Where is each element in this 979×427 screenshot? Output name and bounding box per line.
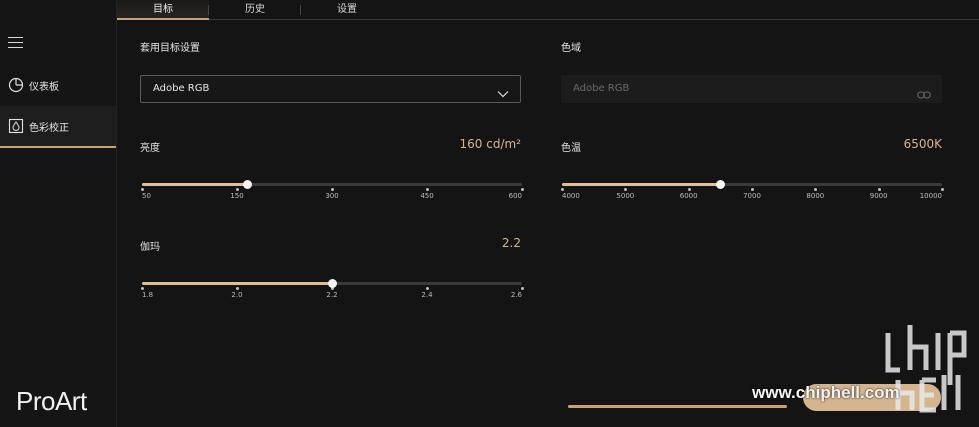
color-drop-icon <box>8 118 24 134</box>
sidebar-item-color-calibration[interactable]: 色彩校正 <box>0 106 116 148</box>
slider-tick-label: 1.8 <box>142 291 154 299</box>
slider-tick-label: 4000 <box>562 192 580 200</box>
slider-tick <box>331 188 334 191</box>
slider-fill <box>142 183 247 186</box>
slider-tick-label: 5000 <box>616 192 635 200</box>
sidebar-item-label: 仪表板 <box>29 81 59 93</box>
progress-indicator <box>568 405 787 408</box>
sidebar: 仪表板 色彩校正 ProArt <box>0 0 117 427</box>
slider-tick-label: 150 <box>230 192 244 200</box>
tab-settings[interactable]: 设置 <box>301 0 393 20</box>
brightness-label: 亮度 <box>140 143 160 154</box>
slider-tick <box>877 188 881 191</box>
slider-tick-label: 9000 <box>869 192 888 200</box>
slider-tick <box>521 287 524 290</box>
slider-tick <box>426 287 429 290</box>
slider-tick <box>624 188 628 191</box>
hamburger-menu-icon[interactable] <box>8 37 23 48</box>
slider-tick-label: 600 <box>508 192 522 200</box>
sidebar-item-dashboard[interactable]: 仪表板 <box>0 64 116 106</box>
slider-tick <box>521 188 524 191</box>
slider-tick-label: 2.6 <box>510 291 522 299</box>
slider-tick <box>141 188 144 191</box>
slider-tick <box>751 188 754 191</box>
proart-logo: ProArt <box>16 386 87 416</box>
slider-tick-label: 50 <box>142 192 151 200</box>
sidebar-item-label: 色彩校正 <box>29 122 69 134</box>
brightness-value: 160 cd/m² <box>459 137 521 151</box>
slider-fill <box>142 282 332 285</box>
gamut-label: 色域 <box>561 43 581 54</box>
color-temp-slider[interactable]: 4000 5000 6000 7000 8000 9000 10000 <box>561 180 944 209</box>
slider-tick <box>236 188 239 191</box>
slider-tick <box>236 287 239 290</box>
gamma-value: 2.2 <box>501 236 521 250</box>
slider-thumb[interactable] <box>716 180 726 189</box>
slider-tick-label: 450 <box>420 192 434 200</box>
gamma-label: 伽玛 <box>140 242 160 253</box>
slider-tick <box>426 188 429 191</box>
slider-tick-label: 2.4 <box>421 291 433 299</box>
slider-thumb[interactable] <box>242 180 252 189</box>
slider-tick <box>561 188 564 191</box>
slider-tick <box>814 188 818 191</box>
slider-tick-label: 7000 <box>743 192 761 200</box>
tab-target[interactable]: 目标 <box>117 0 209 20</box>
slider-tick <box>687 188 691 191</box>
color-temp-label: 色温 <box>561 143 581 154</box>
slider-tick-label: 300 <box>325 192 339 200</box>
tab-history[interactable]: 历史 <box>209 0 301 20</box>
slider-tick <box>941 188 944 191</box>
slider-tick-label: 2.0 <box>231 291 243 299</box>
tab-bar: 目标 历史 设置 <box>117 0 979 20</box>
dropdown-value: Adobe RGB <box>153 83 210 94</box>
slider-tick-label: 2.2 <box>326 291 338 299</box>
gamut-value: Adobe RGB <box>573 83 630 94</box>
brightness-slider[interactable]: 50 150 300 450 600 <box>141 180 524 209</box>
chevron-down-icon <box>497 84 509 98</box>
slider-fill <box>562 183 721 186</box>
slider-tick-label: 10000 <box>919 192 942 200</box>
slider-tick-label: 6000 <box>679 192 698 200</box>
slider-tick <box>141 287 144 290</box>
slider-tick-label: 8000 <box>806 192 825 200</box>
color-temp-value: 6500K <box>903 137 942 151</box>
target-preset-dropdown[interactable]: Adobe RGB <box>140 75 521 103</box>
watermark-url: www.chiphell.com <box>752 383 900 402</box>
pie-chart-icon <box>8 77 24 93</box>
link-icon[interactable] <box>917 84 931 99</box>
gamut-field: Adobe RGB <box>561 75 942 103</box>
apply-target-label: 套用目标设置 <box>140 43 200 54</box>
gamma-slider[interactable]: 1.8 2.0 2.2 2.4 2.6 <box>141 279 524 308</box>
slider-thumb[interactable] <box>328 279 337 288</box>
